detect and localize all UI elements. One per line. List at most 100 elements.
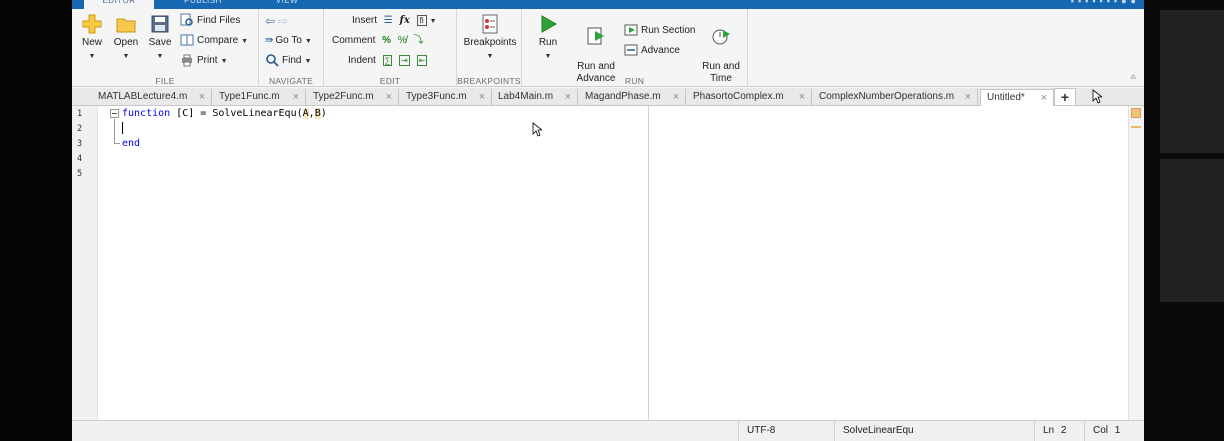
comment-button[interactable]: Comment % %̸ ⤵ <box>332 33 424 49</box>
doc-tab-type3func[interactable]: Type3Func.m × <box>400 89 492 106</box>
doc-tab-matlablecture4[interactable]: MATLABLecture4.m × <box>92 89 212 106</box>
right-panel-bottom <box>1160 159 1224 302</box>
right-margin-line <box>648 106 649 420</box>
forward-arrow-icon[interactable]: ⇨ <box>278 14 288 28</box>
column-status: Col 1 <box>1084 421 1144 441</box>
insert-list-icon[interactable]: ☰ <box>384 15 393 26</box>
doc-tab-complexnumberoperations[interactable]: ComplexNumberOperations.m × <box>813 89 978 106</box>
decrease-indent-icon[interactable]: ⇤ <box>416 55 428 66</box>
find-dropdown-caret[interactable]: ▼ <box>304 58 311 65</box>
back-forward-buttons[interactable]: ⇦ ⇨ <box>265 13 288 29</box>
close-icon[interactable]: × <box>479 89 485 105</box>
increase-indent-icon[interactable]: ⇥ <box>399 55 410 66</box>
vertical-scrollbar[interactable] <box>1128 106 1144 420</box>
find-button[interactable]: Find ▼ <box>265 53 311 69</box>
new-plus-icon <box>82 14 102 34</box>
insert-label: Insert <box>352 15 378 26</box>
run-section-icon <box>624 24 638 36</box>
insert-box-icon[interactable]: fi <box>416 15 427 26</box>
run-dropdown-caret[interactable]: ▼ <box>530 51 566 63</box>
breakpoints-icon <box>482 14 498 34</box>
doc-tab-label: Lab4Main.m <box>498 91 554 102</box>
line-number: 3 <box>77 139 83 149</box>
run-time-clock-icon <box>712 29 730 45</box>
matlab-editor-window: EDITOR PUBLISH VIEW ▪▪▪▪▪▪▪●● New ▼ Open… <box>72 0 1144 441</box>
compare-dropdown-caret[interactable]: ▼ <box>241 38 248 45</box>
goto-button[interactable]: ⇛ Go To ▼ <box>265 33 312 49</box>
close-icon[interactable]: × <box>799 89 805 105</box>
print-dropdown-caret[interactable]: ▼ <box>221 58 228 65</box>
insert-button[interactable]: Insert ☰ fx fi ▼ <box>352 13 437 29</box>
code-fold-end-guide <box>114 143 120 144</box>
collapse-ribbon-icon[interactable]: ⩟ <box>1131 71 1136 82</box>
quick-access-icons[interactable]: ▪▪▪▪▪▪▪●● <box>1071 0 1140 6</box>
file-section: New ▼ Open ▼ Save ▼ Find Files Compare ▼… <box>72 9 259 87</box>
toolstrip-tabs: EDITOR PUBLISH VIEW ▪▪▪▪▪▪▪●● <box>72 0 1144 9</box>
tab-view[interactable]: VIEW <box>252 0 322 9</box>
find-files-button[interactable]: Find Files <box>180 13 240 29</box>
close-icon[interactable]: × <box>673 89 679 105</box>
save-button[interactable]: Save ▼ <box>146 13 174 63</box>
close-icon[interactable]: × <box>965 89 971 105</box>
code-fold-toggle[interactable] <box>110 109 119 118</box>
advance-label: Advance <box>641 45 680 56</box>
close-icon[interactable]: × <box>199 89 205 105</box>
function-name-status: SolveLinearEqu <box>834 421 1034 441</box>
new-dropdown-caret[interactable]: ▼ <box>79 51 105 63</box>
compare-button[interactable]: Compare ▼ <box>180 33 248 49</box>
tab-editor[interactable]: EDITOR <box>84 0 154 9</box>
code-line-1[interactable]: function [C] = SolveLinearEqu(A,B) <box>122 106 327 121</box>
uncomment-icon[interactable]: %̸ <box>398 35 407 46</box>
close-icon[interactable]: × <box>1041 90 1047 106</box>
close-icon[interactable]: × <box>386 89 392 105</box>
compare-icon <box>180 34 194 46</box>
indent-button[interactable]: Indent ∑ ⇥ ⇤ <box>348 53 428 69</box>
add-tab-button[interactable]: + <box>1054 88 1076 106</box>
keyword-end: end <box>122 138 141 149</box>
breakpoints-section-label: BREAKPOINTS <box>457 76 521 86</box>
advance-icon <box>624 44 638 56</box>
run-play-icon <box>541 15 558 33</box>
breakpoints-label: Breakpoints <box>463 37 517 48</box>
code-line-3[interactable]: end <box>122 136 140 151</box>
print-button[interactable]: Print ▼ <box>180 53 228 69</box>
wrap-comment-icon[interactable]: ⤵ <box>414 35 424 46</box>
breakpoints-button[interactable]: Breakpoints ▼ <box>461 13 519 63</box>
code-analyzer-mark[interactable] <box>1131 126 1141 128</box>
code-fold-guide <box>114 119 115 143</box>
ribbon: New ▼ Open ▼ Save ▼ Find Files Compare ▼… <box>72 9 1144 87</box>
close-icon[interactable]: × <box>293 89 299 105</box>
doc-tab-untitled[interactable]: Untitled* × <box>980 89 1054 107</box>
doc-tab-lab4main[interactable]: Lab4Main.m × <box>492 89 578 106</box>
doc-tab-type2func[interactable]: Type2Func.m × <box>307 89 399 106</box>
fx-icon[interactable]: fx <box>400 15 410 26</box>
run-section-button[interactable]: Run Section <box>624 23 695 39</box>
save-dropdown-caret[interactable]: ▼ <box>146 51 174 63</box>
doc-tab-phasortocomplex[interactable]: PhasortoComplex.m × <box>687 89 812 106</box>
insert-dropdown-caret[interactable]: ▼ <box>430 18 437 25</box>
breakpoints-dropdown-caret[interactable]: ▼ <box>461 51 519 63</box>
new-button[interactable]: New ▼ <box>79 13 105 63</box>
run-button[interactable]: Run ▼ <box>530 13 566 63</box>
code-editor[interactable]: 1 2 3 4 5 function [C] = SolveLinearEqu(… <box>72 106 1144 420</box>
doc-tab-magandphase[interactable]: MagandPhase.m × <box>579 89 686 106</box>
open-button[interactable]: Open ▼ <box>111 13 141 63</box>
closing-paren: ) <box>320 108 327 119</box>
smart-indent-icon[interactable]: ∑ <box>382 55 393 66</box>
open-dropdown-caret[interactable]: ▼ <box>111 51 141 63</box>
line-number: 1 <box>77 109 83 119</box>
doc-tab-type1func[interactable]: Type1Func.m × <box>213 89 306 106</box>
run-and-time-button[interactable]: Run and Time <box>698 13 744 85</box>
back-arrow-icon[interactable]: ⇦ <box>265 14 275 28</box>
tab-publish[interactable]: PUBLISH <box>168 0 238 9</box>
edit-section: Insert ☰ fx fi ▼ Comment % %̸ ⤵ Indent ∑ … <box>324 9 457 87</box>
run-and-advance-button[interactable]: Run and Advance <box>572 13 620 85</box>
comment-percent-icon[interactable]: % <box>382 35 391 46</box>
close-icon[interactable]: × <box>565 89 571 105</box>
advance-button[interactable]: Advance <box>624 43 680 59</box>
indent-label: Indent <box>348 55 376 66</box>
goto-dropdown-caret[interactable]: ▼ <box>305 38 312 45</box>
right-dark-area <box>1144 0 1224 441</box>
code-analyzer-indicator[interactable] <box>1131 108 1141 118</box>
code-text-area[interactable]: function [C] = SolveLinearEqu(A,B) end <box>98 106 1128 420</box>
